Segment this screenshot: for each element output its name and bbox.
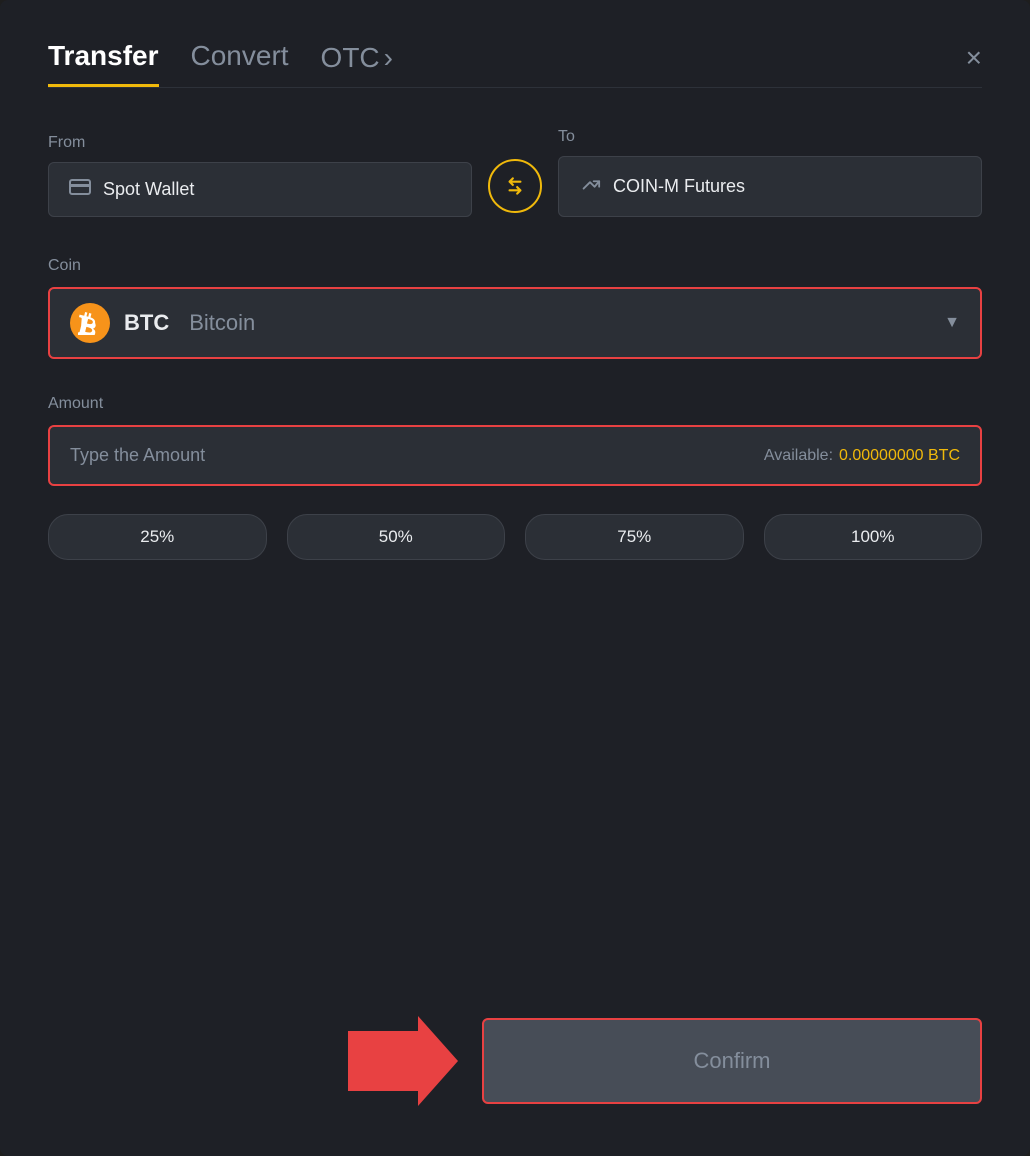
close-button[interactable]: × bbox=[966, 44, 982, 84]
tab-otc[interactable]: OTC › bbox=[321, 42, 393, 86]
tab-convert[interactable]: Convert bbox=[191, 40, 289, 87]
header-divider bbox=[48, 87, 982, 88]
pct-25-button[interactable]: 25% bbox=[48, 514, 267, 560]
bottom-area: Confirm bbox=[48, 996, 982, 1106]
amount-label: Amount bbox=[48, 395, 982, 413]
btc-icon bbox=[70, 303, 110, 343]
transfer-modal: Transfer Convert OTC › × From Spot Walle… bbox=[0, 0, 1030, 1156]
amount-section: Amount Type the Amount Available: 0.0000… bbox=[48, 395, 982, 514]
wallet-card-icon bbox=[69, 179, 91, 200]
pct-75-button[interactable]: 75% bbox=[525, 514, 744, 560]
to-label: To bbox=[558, 128, 982, 146]
coin-label: Coin bbox=[48, 257, 982, 275]
confirm-button[interactable]: Confirm bbox=[482, 1018, 982, 1104]
arrow-container bbox=[48, 1016, 458, 1106]
pct-100-button[interactable]: 100% bbox=[764, 514, 983, 560]
tab-transfer[interactable]: Transfer bbox=[48, 40, 159, 87]
chevron-down-icon: ▼ bbox=[944, 314, 960, 332]
from-wallet-selector[interactable]: Spot Wallet bbox=[48, 162, 472, 217]
available-label: Available: bbox=[764, 447, 833, 465]
to-wallet-text: COIN-M Futures bbox=[613, 176, 745, 197]
coin-symbol: BTC bbox=[124, 310, 169, 336]
from-label: From bbox=[48, 134, 472, 152]
futures-icon bbox=[579, 173, 601, 200]
from-to-row: From Spot Wallet To bbox=[48, 128, 982, 217]
available-info: Available: 0.00000000 BTC bbox=[764, 447, 960, 465]
to-wallet-selector[interactable]: COIN-M Futures bbox=[558, 156, 982, 217]
red-arrow-icon bbox=[348, 1016, 458, 1106]
coin-fullname: Bitcoin bbox=[189, 310, 255, 336]
pct-50-button[interactable]: 50% bbox=[287, 514, 506, 560]
header-tabs: Transfer Convert OTC › × bbox=[48, 40, 982, 87]
coin-section: Coin BTC Bitcoin ▼ bbox=[48, 257, 982, 395]
otc-chevron: › bbox=[384, 42, 393, 74]
amount-placeholder: Type the Amount bbox=[70, 445, 205, 466]
to-group: To COIN-M Futures bbox=[558, 128, 982, 217]
from-wallet-text: Spot Wallet bbox=[103, 179, 194, 200]
otc-label: OTC bbox=[321, 42, 380, 74]
amount-input-wrapper[interactable]: Type the Amount Available: 0.00000000 BT… bbox=[48, 425, 982, 486]
from-group: From Spot Wallet bbox=[48, 134, 472, 217]
coin-selector[interactable]: BTC Bitcoin ▼ bbox=[48, 287, 982, 359]
swap-button[interactable] bbox=[488, 159, 542, 213]
percentage-row: 25% 50% 75% 100% bbox=[48, 514, 982, 560]
available-value: 0.00000000 BTC bbox=[839, 447, 960, 465]
